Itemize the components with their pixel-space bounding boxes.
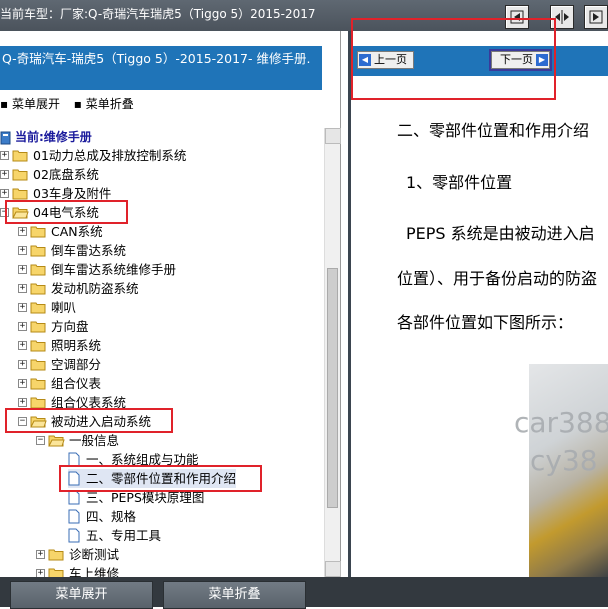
expand-icon[interactable]: + <box>18 360 27 369</box>
document-icon <box>68 490 80 505</box>
bullet-icon: ▪ <box>73 97 86 111</box>
expand-icon[interactable]: + <box>18 284 27 293</box>
expand-icon[interactable]: + <box>18 246 27 255</box>
panel-arrow-icon <box>589 10 603 24</box>
highlight-box <box>351 18 556 100</box>
folder-icon <box>30 302 46 314</box>
scroll-up-arrow-icon[interactable] <box>325 128 341 144</box>
expand-icon[interactable]: + <box>0 170 9 179</box>
tree-current-label: 当前:维修手册 <box>0 128 92 147</box>
tree-item-specifications[interactable]: 四、规格 <box>68 507 136 526</box>
vehicle-title: 当前车型：厂家:Q-奇瑞汽车瑞虎5（Tiggo 5）2015-2017 <box>0 7 316 21</box>
tree-item-reverse-radar[interactable]: + 倒车雷达系统 <box>18 241 126 260</box>
tree-item-steering-wheel[interactable]: + 方向盘 <box>18 317 89 336</box>
tree-item-can[interactable]: + CAN系统 <box>18 222 103 241</box>
collapse-menu-button[interactable]: 菜单折叠 <box>163 581 306 609</box>
highlight-box <box>5 200 128 224</box>
expand-icon[interactable]: + <box>18 322 27 331</box>
folder-icon <box>30 245 46 257</box>
paragraph-line: 位置）、用于备份启动的防盗 <box>397 269 598 288</box>
tree-item-instrument-cluster[interactable]: + 组合仪表 <box>18 374 101 393</box>
folder-icon <box>30 264 46 276</box>
tree-item-special-tools[interactable]: 五、专用工具 <box>68 526 161 545</box>
open-folder-icon <box>48 435 65 447</box>
watermark-text: car388 <box>514 406 608 439</box>
component-location-photo: car388 cy38 <box>514 364 608 577</box>
folder-icon <box>30 359 46 371</box>
expand-icon[interactable]: + <box>18 303 27 312</box>
folder-icon <box>30 226 46 238</box>
highlight-box <box>5 408 173 433</box>
expand-icon[interactable]: + <box>18 398 27 407</box>
tree-scrollbar[interactable] <box>324 128 341 577</box>
tree-item-reverse-radar-manual[interactable]: + 倒车雷达系统维修手册 <box>18 260 176 279</box>
expand-icon[interactable]: + <box>18 341 27 350</box>
expand-icon[interactable]: + <box>36 569 45 577</box>
collapse-icon[interactable]: − <box>36 436 45 445</box>
tree-item-on-vehicle-service[interactable]: + 车上维修 <box>36 564 119 577</box>
tree-item-horn[interactable]: + 喇叭 <box>18 298 76 317</box>
folder-icon <box>30 340 46 352</box>
scroll-down-arrow-icon[interactable] <box>325 561 341 577</box>
manual-tree: 当前:维修手册 + 01动力总成及排放控制系统 + 02底盘系统 + 03车身及… <box>0 128 324 577</box>
sub-heading: 1、零部件位置 <box>406 173 513 192</box>
tree-item-immobilizer[interactable]: + 发动机防盗系统 <box>18 279 139 298</box>
bullet-icon: ▪ <box>0 97 12 111</box>
document-icon <box>68 528 80 543</box>
folder-icon <box>30 283 46 295</box>
expand-menu-button[interactable]: 菜单展开 <box>10 581 153 609</box>
expand-right-button[interactable] <box>584 5 608 29</box>
folder-icon <box>48 568 64 577</box>
expand-icon[interactable]: + <box>18 265 27 274</box>
manual-book-icon <box>0 131 11 144</box>
expand-menu-link[interactable]: 菜单展开 <box>12 97 60 111</box>
document-icon <box>68 509 80 524</box>
expand-icon[interactable]: + <box>18 379 27 388</box>
folder-icon <box>30 321 46 333</box>
expand-icon[interactable]: + <box>18 227 27 236</box>
tree-item-powertrain[interactable]: + 01动力总成及排放控制系统 <box>0 146 186 165</box>
collapse-menu-link[interactable]: 菜单折叠 <box>86 97 134 111</box>
expand-icon[interactable]: + <box>36 550 45 559</box>
tree-item-diagnostics[interactable]: + 诊断测试 <box>36 545 119 564</box>
expand-icon[interactable]: + <box>0 189 9 198</box>
tree-item-air-conditioning[interactable]: + 空调部分 <box>18 355 101 374</box>
manual-tree-panel: Q-奇瑞汽车-瑞虎5（Tiggo 5）-2015-2017- 维修手册. ▪ 菜… <box>0 31 341 577</box>
menu-links: ▪ 菜单展开 ▪ 菜单折叠 <box>0 95 144 112</box>
folder-icon <box>48 549 64 561</box>
folder-icon <box>30 378 46 390</box>
folder-icon <box>12 169 28 181</box>
manual-header: Q-奇瑞汽车-瑞虎5（Tiggo 5）-2015-2017- 维修手册. <box>0 46 322 90</box>
watermark-text: cy38 <box>530 444 598 477</box>
content-panel: ◀ 上一页 下一页 ▶ 二、零部件位置和作用介绍 1、零部件位置 PEPS 系统… <box>348 18 608 577</box>
tree-item-general-info[interactable]: − 一般信息 <box>36 431 119 450</box>
paragraph-line: PEPS 系统是由被动进入启 <box>406 224 595 243</box>
folder-icon <box>12 188 28 200</box>
paragraph-line: 各部件位置如下图所示： <box>397 313 574 332</box>
bottom-toolbar: 菜单展开 菜单折叠 <box>0 577 608 609</box>
expand-icon[interactable]: + <box>0 151 9 160</box>
highlight-box <box>59 465 262 492</box>
tree-item-chassis[interactable]: + 02底盘系统 <box>0 165 99 184</box>
scroll-thumb[interactable] <box>327 268 338 508</box>
folder-icon <box>12 150 28 162</box>
tree-item-lighting[interactable]: + 照明系统 <box>18 336 101 355</box>
section-heading: 二、零部件位置和作用介绍 <box>397 121 590 140</box>
